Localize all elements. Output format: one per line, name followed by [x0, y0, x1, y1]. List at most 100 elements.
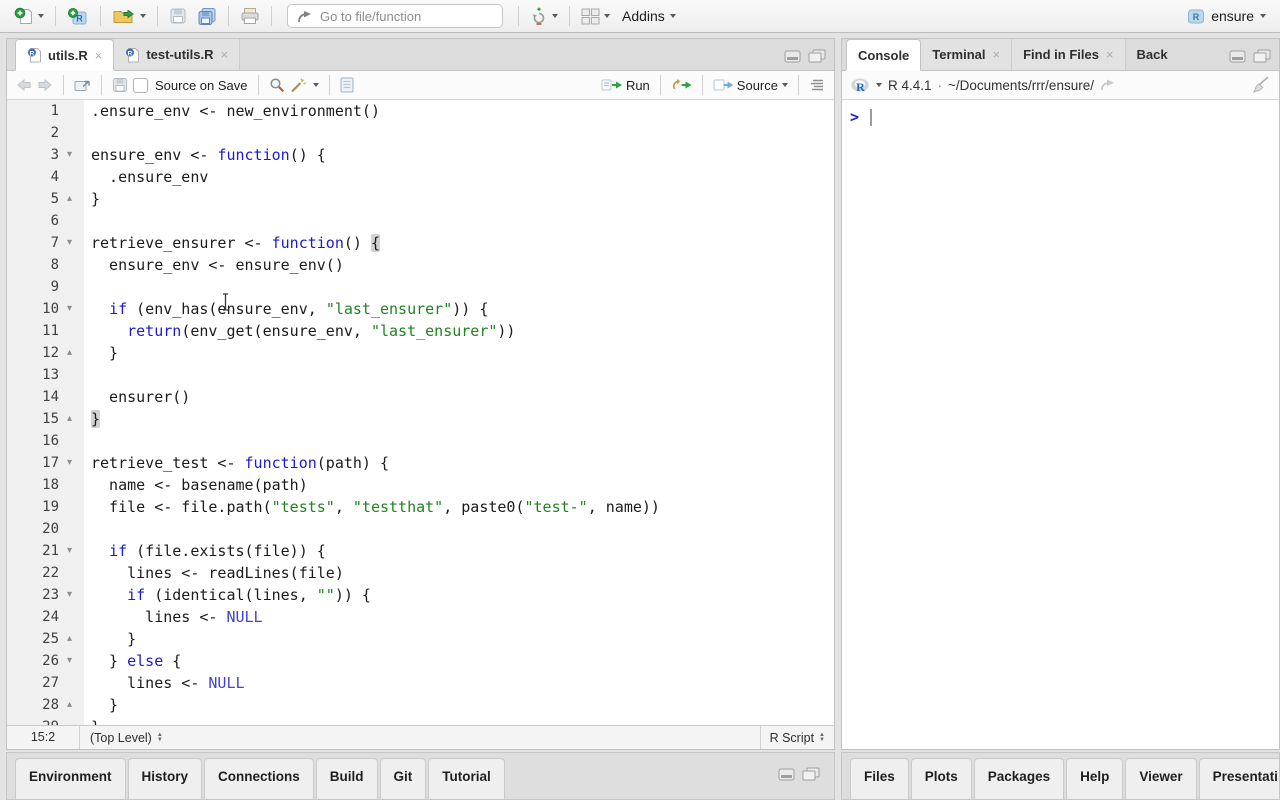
file-type-selector[interactable]: R Script ▲▼	[760, 726, 834, 749]
close-icon[interactable]: ×	[221, 47, 229, 62]
document-outline-icon[interactable]	[809, 78, 825, 92]
code-line[interactable]: 1.ensure_env <- new_environment()	[7, 100, 834, 122]
fold-close-icon[interactable]: ▴	[64, 628, 84, 650]
code-line[interactable]: 26▾ } else {	[7, 650, 834, 672]
code-line[interactable]: 18 name <- basename(path)	[7, 474, 834, 496]
fold-open-icon[interactable]: ▾	[64, 650, 84, 672]
code-line[interactable]: 7▾retrieve_ensurer <- function() {	[7, 232, 834, 254]
code-line[interactable]: 16	[7, 430, 834, 452]
code-editor[interactable]: 1.ensure_env <- new_environment()23▾ensu…	[7, 100, 834, 726]
save-icon[interactable]	[112, 77, 128, 93]
tab-Environment[interactable]: Environment	[15, 758, 126, 800]
code-line[interactable]: 6	[7, 210, 834, 232]
save-button[interactable]	[165, 5, 191, 27]
code-line[interactable]: 20	[7, 518, 834, 540]
tab-Build[interactable]: Build	[316, 758, 378, 800]
minimize-icon[interactable]	[1229, 50, 1246, 63]
minimize-icon[interactable]	[778, 768, 795, 781]
print-button[interactable]	[236, 5, 264, 27]
fold-close-icon[interactable]: ▴	[64, 188, 84, 210]
code-line[interactable]: 13	[7, 364, 834, 386]
code-line[interactable]: 21▾ if (file.exists(file)) {	[7, 540, 834, 562]
goto-file-input[interactable]: Go to file/function	[287, 4, 503, 28]
code-line[interactable]: 3▾ensure_env <- function() {	[7, 144, 834, 166]
code-line[interactable]: 4 .ensure_env	[7, 166, 834, 188]
code-line[interactable]: 19 file <- file.path("tests", "testthat"…	[7, 496, 834, 518]
new-file-button[interactable]	[10, 5, 48, 28]
tab-Connections[interactable]: Connections	[204, 758, 314, 800]
pane-layout-button[interactable]	[577, 6, 614, 27]
addins-menu[interactable]: Addins	[616, 6, 682, 26]
scope-selector[interactable]: (Top Level) ▲▼	[80, 731, 760, 745]
code-line[interactable]: 12▴ }	[7, 342, 834, 364]
new-project-button[interactable]: R	[63, 5, 93, 28]
code-line[interactable]: 28▴ }	[7, 694, 834, 716]
code-line[interactable]: 9	[7, 276, 834, 298]
fold-open-icon[interactable]: ▾	[64, 452, 84, 474]
code-line[interactable]: 11 return(env_get(ensure_env, "last_ensu…	[7, 320, 834, 342]
fold-open-icon[interactable]: ▾	[64, 298, 84, 320]
rerun-button[interactable]	[671, 78, 692, 92]
tab-Find in Files[interactable]: Find in Files×	[1012, 39, 1125, 70]
code-line[interactable]: 14 ensurer()	[7, 386, 834, 408]
tab-Plots[interactable]: Plots	[911, 758, 972, 800]
tab-utils.R[interactable]: Rutils.R×	[15, 39, 114, 71]
chevron-down-icon[interactable]	[313, 83, 319, 87]
tab-Presentati[interactable]: Presentati	[1199, 758, 1280, 800]
maximize-icon[interactable]	[1253, 49, 1271, 63]
code-line[interactable]: 8 ensure_env <- ensure_env()	[7, 254, 834, 276]
code-line[interactable]: 23▾ if (identical(lines, "")) {	[7, 584, 834, 606]
compile-report-icon[interactable]	[340, 77, 354, 93]
r-logo-icon[interactable]: R	[850, 77, 870, 94]
code-tools-wand-icon[interactable]	[290, 77, 308, 93]
maximize-icon[interactable]	[808, 49, 826, 63]
fold-open-icon[interactable]: ▾	[64, 584, 84, 606]
code-line[interactable]: 10▾ if (env_has(ensure_env, "last_ensure…	[7, 298, 834, 320]
tab-Tutorial[interactable]: Tutorial	[428, 758, 505, 800]
code-line[interactable]: 27 lines <- NULL	[7, 672, 834, 694]
fold-close-icon[interactable]: ▴	[64, 694, 84, 716]
source-button[interactable]: Source	[713, 78, 788, 93]
tab-Terminal[interactable]: Terminal×	[921, 39, 1012, 70]
close-icon[interactable]: ×	[95, 48, 103, 63]
back-icon[interactable]	[16, 78, 32, 92]
save-all-button[interactable]	[193, 5, 221, 28]
jump-to-directory-icon[interactable]	[1100, 79, 1116, 91]
tab-Git[interactable]: Git	[380, 758, 427, 800]
open-in-window-icon[interactable]	[74, 78, 91, 92]
maximize-icon[interactable]	[802, 767, 820, 781]
code-line[interactable]: 2	[7, 122, 834, 144]
open-file-button[interactable]	[108, 5, 150, 27]
tab-Console[interactable]: Console	[846, 39, 921, 71]
fold-open-icon[interactable]: ▾	[64, 232, 84, 254]
code-line[interactable]: 24 lines <- NULL	[7, 606, 834, 628]
forward-icon[interactable]	[37, 78, 53, 92]
tab-test-utils.R[interactable]: Rtest-utils.R×	[114, 39, 240, 70]
close-icon[interactable]: ×	[993, 47, 1001, 62]
code-line[interactable]: 15▴}	[7, 408, 834, 430]
code-line[interactable]: 25▴ }	[7, 628, 834, 650]
minimize-icon[interactable]	[784, 50, 801, 63]
tab-Viewer[interactable]: Viewer	[1125, 758, 1196, 800]
source-on-save-checkbox[interactable]	[133, 78, 148, 93]
run-button[interactable]: Run	[601, 78, 650, 93]
project-menu[interactable]: R ensure	[1183, 6, 1270, 27]
search-icon[interactable]	[269, 77, 285, 93]
close-icon[interactable]: ×	[1106, 47, 1114, 62]
code-line[interactable]: 17▾retrieve_test <- function(path) {	[7, 452, 834, 474]
fold-close-icon[interactable]: ▴	[64, 342, 84, 364]
fold-close-icon[interactable]: ▴	[64, 408, 84, 430]
chevron-down-icon[interactable]	[876, 83, 882, 87]
tab-Files[interactable]: Files	[850, 758, 909, 800]
clear-console-broom-icon[interactable]	[1251, 76, 1271, 94]
console-output[interactable]: >	[842, 100, 1279, 135]
working-directory[interactable]: ~/Documents/rrr/ensure/	[948, 78, 1094, 93]
fold-open-icon[interactable]: ▾	[64, 144, 84, 166]
tab-Back[interactable]: Back	[1126, 39, 1179, 70]
code-line[interactable]: 5▴}	[7, 188, 834, 210]
fold-open-icon[interactable]: ▾	[64, 540, 84, 562]
tab-Packages[interactable]: Packages	[974, 758, 1064, 800]
version-control-button[interactable]	[526, 4, 562, 28]
code-line[interactable]: 22 lines <- readLines(file)	[7, 562, 834, 584]
tab-Help[interactable]: Help	[1066, 758, 1123, 800]
